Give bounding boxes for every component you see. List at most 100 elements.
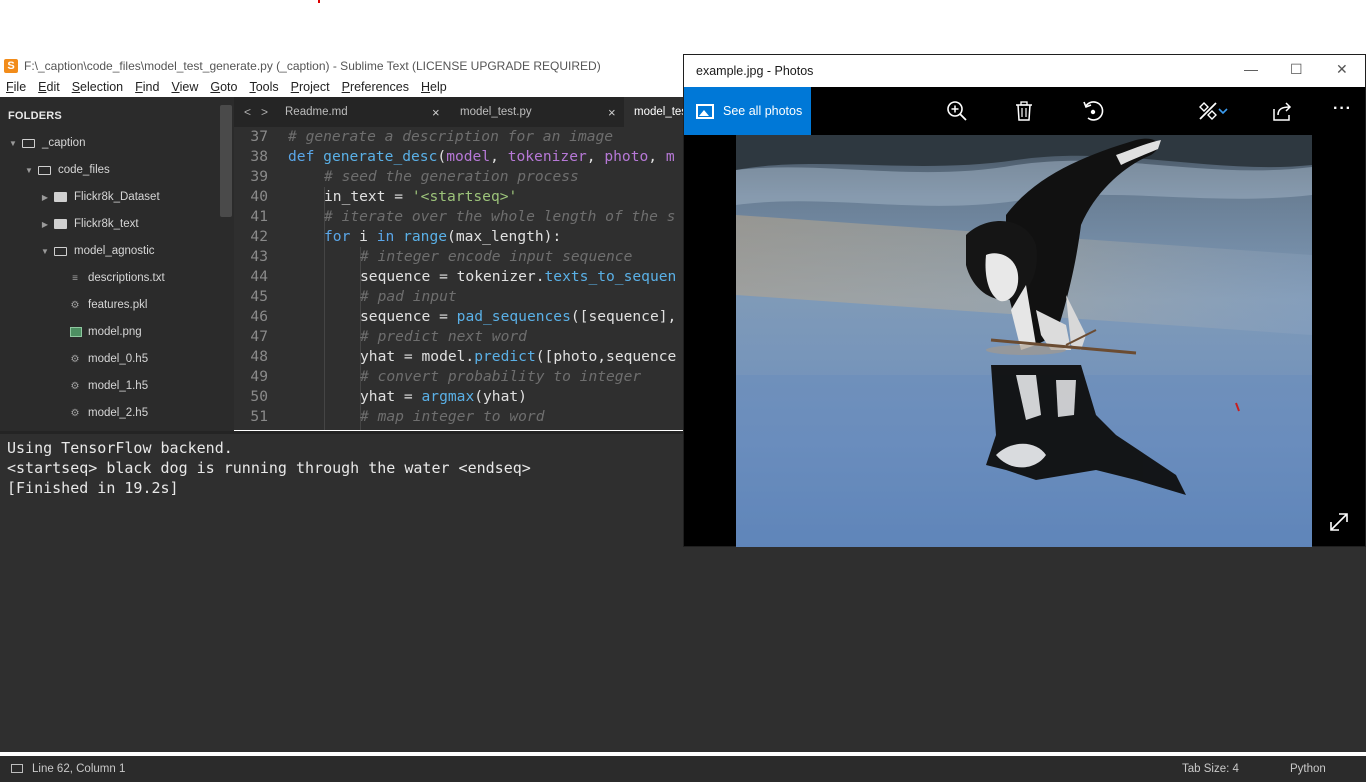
tree-folder-flickr8k-dataset[interactable]: ▶ Flickr8k_Dataset xyxy=(40,187,160,207)
fullscreen-expand-icon[interactable] xyxy=(1327,510,1351,534)
chevron-right-icon: ▶ xyxy=(41,192,49,202)
code-line: 45 # pad input xyxy=(234,287,456,307)
menu-tools[interactable]: Tools xyxy=(243,80,284,94)
tree-folder-caption[interactable]: ▼ _caption xyxy=(8,133,85,153)
code-text: # seed the generation process xyxy=(324,168,579,185)
code-line: 38 def generate_desc(model, tokenizer, ph… xyxy=(234,147,674,167)
maximize-button[interactable]: ☐ xyxy=(1290,61,1303,78)
menu-view[interactable]: View xyxy=(165,80,204,94)
status-tab-size[interactable]: Tab Size: 4 xyxy=(1182,763,1239,775)
tab-label: Readme.md xyxy=(285,106,348,118)
image-file-icon xyxy=(70,327,82,337)
code-line: 47 # predict next word xyxy=(234,327,527,347)
tree-folder-code-files[interactable]: ▼ code_files xyxy=(24,160,110,180)
tab-close-icon[interactable]: × xyxy=(608,105,616,120)
code-line: 39 # seed the generation process xyxy=(234,167,578,187)
folder-icon xyxy=(54,192,67,202)
sublime-logo-icon: S xyxy=(4,59,18,73)
code-line: 51 # map integer to word xyxy=(234,407,544,427)
close-button[interactable]: ✕ xyxy=(1336,61,1348,78)
sublime-title-bar[interactable]: S F:\_caption\code_files\model_test_gene… xyxy=(0,55,684,77)
binary-file-icon: ⚙ xyxy=(70,407,80,419)
status-syntax[interactable]: Python xyxy=(1290,763,1326,775)
line-number: 50 xyxy=(250,388,268,405)
menu-preferences[interactable]: Preferences xyxy=(336,80,415,94)
code-text: # integer encode input sequence xyxy=(360,248,633,265)
photos-title-bar[interactable]: example.jpg - Photos — ☐ ✕ xyxy=(684,55,1365,87)
code-text: def generate_desc(model, tokenizer, phot… xyxy=(288,148,675,165)
status-position: Line 62, Column 1 xyxy=(32,763,126,775)
line-number: 37 xyxy=(250,128,268,145)
see-all-photos-button[interactable]: See all photos xyxy=(684,87,811,135)
code-line: 48 yhat = model.predict([photo,sequence xyxy=(234,347,676,367)
line-number: 43 xyxy=(250,248,268,265)
tree-folder-model-agnostic[interactable]: ▼ model_agnostic xyxy=(40,241,155,261)
edit-create-icon[interactable] xyxy=(1196,99,1220,123)
sidebar-header: FOLDERS xyxy=(8,110,62,122)
tree-item-label: _caption xyxy=(42,137,86,149)
code-line: 50 yhat = argmax(yhat) xyxy=(234,387,527,407)
code-editor[interactable]: 37 # generate a description for an image … xyxy=(234,127,684,430)
code-line: 40 in_text = '<startseq>' xyxy=(234,187,517,207)
tab-close-icon[interactable]: × xyxy=(432,105,440,120)
tab-bar: < > Readme.md × model_test.py × model_te… xyxy=(234,97,684,127)
tree-file-model-png[interactable]: model.png xyxy=(70,322,142,342)
folder-open-icon xyxy=(54,246,67,256)
folder-open-icon xyxy=(38,165,51,175)
chevron-right-icon: ▶ xyxy=(41,219,49,229)
menu-file[interactable]: File xyxy=(0,80,32,94)
more-options-icon[interactable]: ··· xyxy=(1333,100,1352,118)
code-line: 43 # integer encode input sequence xyxy=(234,247,632,267)
line-number: 44 xyxy=(250,268,268,285)
text-file-icon: ≡ xyxy=(72,272,78,284)
output-line: [Finished in 19.2s] xyxy=(7,479,179,497)
tree-file-model-0[interactable]: ⚙ model_0.h5 xyxy=(70,349,149,369)
code-text: sequence = tokenizer.texts_to_sequen xyxy=(360,268,677,285)
tab-next-button[interactable]: > xyxy=(261,105,268,119)
tree-file-descriptions[interactable]: ≡ descriptions.txt xyxy=(70,268,165,288)
menu-goto[interactable]: Goto xyxy=(204,80,243,94)
menu-find[interactable]: Find xyxy=(129,80,165,94)
chevron-down-icon[interactable] xyxy=(1218,99,1228,123)
binary-file-icon: ⚙ xyxy=(70,299,80,311)
tree-file-model-2[interactable]: ⚙ model_2.h5 xyxy=(70,403,149,423)
sublime-window-title: F:\_caption\code_files\model_test_genera… xyxy=(24,59,601,73)
tree-item-label: Flickr8k_Dataset xyxy=(74,191,160,203)
code-text: for i in range(max_length): xyxy=(324,228,562,245)
chevron-down-icon: ▼ xyxy=(25,165,33,175)
binary-file-icon: ⚙ xyxy=(70,380,80,392)
tree-item-label: Flickr8k_text xyxy=(74,218,139,230)
line-number: 48 xyxy=(250,348,268,365)
rotate-icon[interactable] xyxy=(1081,99,1105,123)
share-icon[interactable] xyxy=(1270,99,1294,123)
code-line: 37 # generate a description for an image xyxy=(234,127,613,147)
line-number: 47 xyxy=(250,328,268,345)
tab-prev-button[interactable]: < xyxy=(244,105,251,119)
tree-file-features[interactable]: ⚙ features.pkl xyxy=(70,295,148,315)
panel-toggle-icon[interactable] xyxy=(11,764,23,773)
tab-model-test-generate[interactable]: model_tes xyxy=(624,97,684,127)
tree-item-label: model.png xyxy=(88,326,142,338)
sidebar-scrollbar[interactable] xyxy=(220,105,232,217)
code-text: in_text = '<startseq>' xyxy=(324,188,518,205)
menu-selection[interactable]: Selection xyxy=(66,80,129,94)
delete-icon[interactable] xyxy=(1012,99,1036,123)
tree-folder-flickr8k-text[interactable]: ▶ Flickr8k_text xyxy=(40,214,139,234)
zoom-in-icon[interactable] xyxy=(945,99,969,123)
menu-help[interactable]: Help xyxy=(415,80,453,94)
tree-item-label: model_0.h5 xyxy=(88,353,149,365)
menu-project[interactable]: Project xyxy=(285,80,336,94)
line-number: 42 xyxy=(250,228,268,245)
code-line: 46 sequence = pad_sequences([sequence], xyxy=(234,307,676,327)
tree-file-model-1[interactable]: ⚙ model_1.h5 xyxy=(70,376,149,396)
red-mark xyxy=(318,0,320,3)
menu-edit[interactable]: Edit xyxy=(32,80,66,94)
minimize-button[interactable]: — xyxy=(1244,61,1258,77)
chevron-down-icon: ▼ xyxy=(41,246,49,256)
tree-item-label: model_agnostic xyxy=(74,245,155,257)
code-text: # convert probability to integer xyxy=(360,368,642,385)
code-line: 42 for i in range(max_length): xyxy=(234,227,561,247)
tab-model-test[interactable]: model_test.py xyxy=(460,97,532,127)
tab-readme[interactable]: Readme.md xyxy=(285,97,348,127)
dog-on-beach-photo xyxy=(736,135,1312,547)
